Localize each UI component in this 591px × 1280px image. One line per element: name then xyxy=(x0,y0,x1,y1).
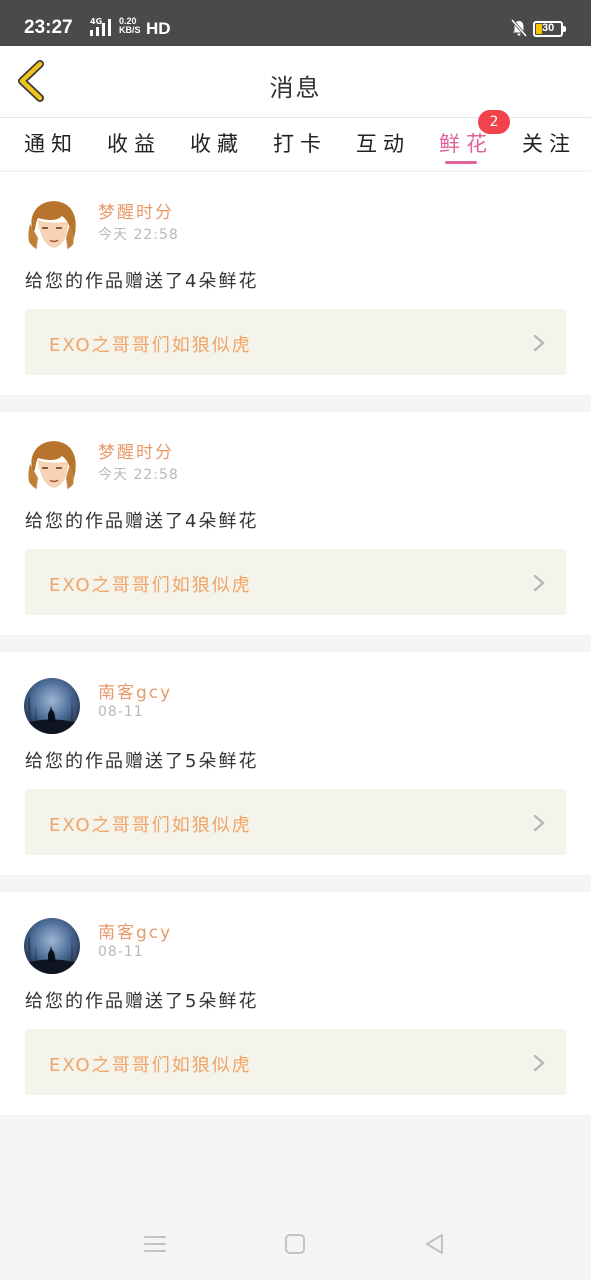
timestamp: 08-11 xyxy=(98,944,144,960)
timestamp: 今天 22:58 xyxy=(98,227,179,243)
tab-checkin[interactable]: 打卡 xyxy=(273,128,327,158)
list-item: 梦醒时分 今天 22:58 给您的作品赠送了4朵鲜花 EXO之哥哥们如狼似虎 xyxy=(0,172,591,395)
gift-message: 给您的作品赠送了5朵鲜花 xyxy=(25,751,259,772)
gift-message: 给您的作品赠送了4朵鲜花 xyxy=(25,271,259,292)
active-tab-indicator xyxy=(445,161,477,164)
avatar[interactable] xyxy=(24,678,80,734)
chevron-right-icon xyxy=(533,1054,545,1072)
username[interactable]: 南客gcy xyxy=(98,918,172,943)
avatar[interactable] xyxy=(24,918,80,974)
system-nav-bar xyxy=(0,1210,591,1280)
tab-earnings[interactable]: 收益 xyxy=(107,128,161,158)
avatar[interactable] xyxy=(24,198,80,254)
gift-message: 给您的作品赠送了5朵鲜花 xyxy=(25,991,259,1012)
work-link[interactable]: EXO之哥哥们如狼似虎 xyxy=(25,309,566,375)
list-item: 南客gcy 08-11 给您的作品赠送了5朵鲜花 EXO之哥哥们如狼似虎 xyxy=(0,652,591,875)
timestamp: 08-11 xyxy=(98,704,144,720)
network-speed: 0.20 KB/S xyxy=(119,16,141,35)
home-square-icon[interactable] xyxy=(282,1232,308,1256)
list-item: 南客gcy 08-11 给您的作品赠送了5朵鲜花 EXO之哥哥们如狼似虎 xyxy=(0,892,591,1115)
work-title: EXO之哥哥们如狼似虎 xyxy=(49,335,252,356)
username[interactable]: 梦醒时分 xyxy=(98,438,174,463)
work-link[interactable]: EXO之哥哥们如狼似虎 xyxy=(25,1029,566,1095)
gift-message: 给您的作品赠送了4朵鲜花 xyxy=(25,511,259,532)
status-time: 23:27 xyxy=(24,17,73,38)
chevron-right-icon xyxy=(533,334,545,352)
back-triangle-icon[interactable] xyxy=(422,1232,448,1256)
tab-interaction[interactable]: 互动 xyxy=(356,128,410,158)
chevron-right-icon xyxy=(533,574,545,592)
username[interactable]: 梦醒时分 xyxy=(98,198,174,223)
status-bar: 23:27 4G 0.20 KB/S HD 30 xyxy=(0,0,591,46)
battery-icon: 30 xyxy=(533,21,563,37)
battery-level: 30 xyxy=(542,22,555,34)
signal-icon: 4G xyxy=(90,17,116,36)
tab-favorites[interactable]: 收藏 xyxy=(190,128,244,158)
tab-following[interactable]: 关注 xyxy=(522,128,576,158)
header: 消息 xyxy=(0,46,591,118)
work-title: EXO之哥哥们如狼似虎 xyxy=(49,575,252,596)
page-title: 消息 xyxy=(269,74,322,102)
tab-notifications[interactable]: 通知 xyxy=(24,128,78,158)
bell-off-icon xyxy=(511,19,527,37)
work-title: EXO之哥哥们如狼似虎 xyxy=(49,1055,252,1076)
network-type: 4G xyxy=(90,17,103,26)
list-item: 梦醒时分 今天 22:58 给您的作品赠送了4朵鲜花 EXO之哥哥们如狼似虎 xyxy=(0,412,591,635)
unread-badge: 2 xyxy=(478,110,510,134)
avatar[interactable] xyxy=(24,438,80,494)
username[interactable]: 南客gcy xyxy=(98,678,172,703)
work-title: EXO之哥哥们如狼似虎 xyxy=(49,815,252,836)
work-link[interactable]: EXO之哥哥们如狼似虎 xyxy=(25,789,566,855)
menu-icon[interactable] xyxy=(142,1232,168,1256)
battery-tip xyxy=(563,26,566,32)
work-link[interactable]: EXO之哥哥们如狼似虎 xyxy=(25,549,566,615)
timestamp: 今天 22:58 xyxy=(98,467,179,483)
chevron-right-icon xyxy=(533,814,545,832)
hd-indicator: HD xyxy=(146,19,171,38)
